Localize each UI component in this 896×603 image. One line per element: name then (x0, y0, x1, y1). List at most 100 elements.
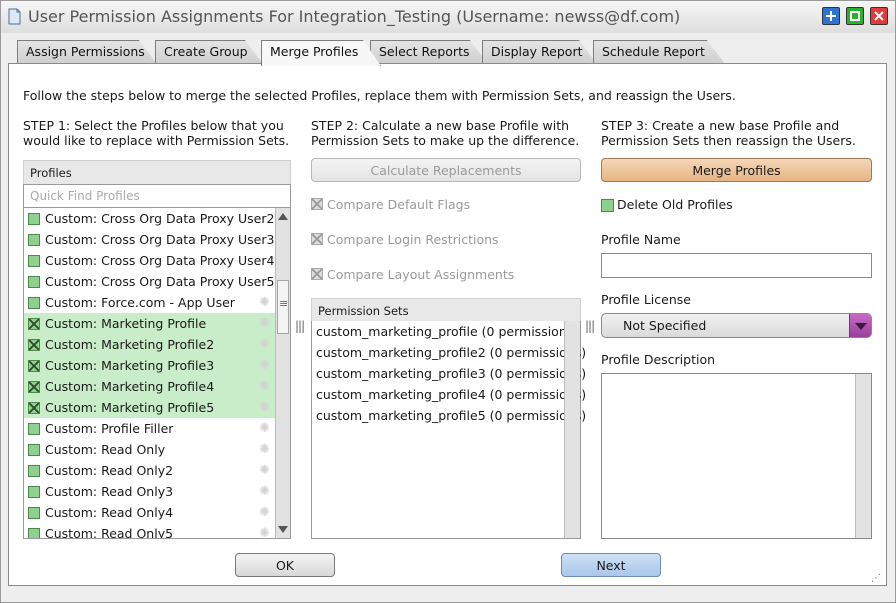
profile-checkbox[interactable] (28, 213, 40, 225)
close-icon (874, 11, 884, 21)
profile-checkbox[interactable] (28, 297, 40, 309)
profile-checkbox[interactable] (28, 486, 40, 498)
profile-description-field[interactable] (601, 373, 872, 539)
profile-row[interactable]: Custom: Read Only4 ✺ (24, 502, 290, 523)
profile-checkbox[interactable] (28, 318, 40, 330)
intro-text: Follow the steps below to merge the sele… (23, 88, 736, 103)
gear-icon: ✺ (259, 421, 270, 436)
profile-checkbox[interactable] (28, 276, 40, 288)
tab-assign-permissions[interactable]: Assign Permissions (17, 40, 157, 64)
profile-row[interactable]: Custom: Read Only2 ✺ (24, 460, 290, 481)
tab-display-report[interactable]: Display Report (482, 40, 597, 64)
profiles-scrollbar[interactable] (275, 208, 290, 538)
profile-checkbox[interactable] (28, 444, 40, 456)
permission-set-row[interactable]: custom_marketing_profile2 (0 permissions… (312, 342, 586, 363)
profile-license-value: Not Specified (623, 318, 707, 333)
maximize-button[interactable] (822, 7, 840, 25)
scroll-thumb[interactable] (277, 280, 289, 334)
profile-label: Custom: Profile Filler (45, 421, 174, 436)
profile-label: Custom: Force.com - App User (45, 295, 235, 310)
window-title: User Permission Assignments For Integrat… (28, 7, 681, 26)
merge-profiles-button[interactable]: Merge Profiles (601, 158, 872, 182)
quick-find-profiles-input[interactable]: Quick Find Profiles (23, 184, 291, 208)
profile-label: Custom: Marketing Profile (45, 316, 207, 331)
compare-default-flags-checkbox[interactable] (311, 198, 323, 210)
profile-checkbox[interactable] (28, 360, 40, 372)
title-bar: User Permission Assignments For Integrat… (1, 1, 895, 33)
profile-row[interactable]: Custom: Marketing Profile5 ✺ (24, 397, 290, 418)
splitter-handle-icon[interactable]: ||| (295, 319, 305, 333)
close-button[interactable] (870, 7, 888, 25)
profiles-header: Profiles (23, 160, 291, 184)
profile-row[interactable]: Custom: Force.com - App User ✺ (24, 292, 290, 313)
compare-login-restrictions-label: Compare Login Restrictions (327, 232, 499, 247)
profile-label: Custom: Cross Org Data Proxy User3 (45, 232, 275, 247)
profile-checkbox[interactable] (28, 507, 40, 519)
compare-login-restrictions-option[interactable]: Compare Login Restrictions (311, 232, 499, 247)
profile-checkbox[interactable] (28, 339, 40, 351)
permission-set-row[interactable]: custom_marketing_profile3 (0 permissions… (312, 363, 586, 384)
profile-row[interactable]: Custom: Marketing Profile3 ✺ (24, 355, 290, 376)
profile-label: Custom: Cross Org Data Proxy User4 (45, 253, 275, 268)
tab-schedule-report[interactable]: Schedule Report (593, 40, 725, 64)
profile-description-label: Profile Description (601, 352, 716, 367)
resize-grip-icon[interactable]: ⋰ (871, 573, 881, 584)
permission-set-row[interactable]: custom_marketing_profile4 (0 permissions… (312, 384, 586, 405)
permission-set-row[interactable]: custom_marketing_profile5 (0 permissions… (312, 405, 586, 426)
profile-checkbox[interactable] (28, 465, 40, 477)
profile-row[interactable]: Custom: Read Only5 ✺ (24, 523, 290, 539)
profile-checkbox[interactable] (28, 255, 40, 267)
profile-row[interactable]: Custom: Read Only3 ✺ (24, 481, 290, 502)
profile-label: Custom: Marketing Profile2 (45, 337, 215, 352)
scroll-up-arrow-icon[interactable] (278, 213, 288, 220)
chevron-down-icon[interactable] (849, 314, 871, 337)
profile-row[interactable]: Custom: Cross Org Data Proxy User3 (24, 229, 290, 250)
tab-bar: Assign Permissions Create Group Merge Pr… (17, 40, 887, 64)
splitter-handle-icon[interactable]: ||| (585, 319, 595, 333)
profile-row[interactable]: Custom: Cross Org Data Proxy User2 (24, 208, 290, 229)
profile-label: Custom: Read Only2 (45, 463, 174, 478)
calculate-replacements-button[interactable]: Calculate Replacements (311, 158, 581, 182)
profile-name-field[interactable] (601, 253, 872, 278)
profile-row[interactable]: Custom: Marketing Profile ✺ (24, 313, 290, 334)
plus-icon (826, 11, 836, 21)
profile-checkbox[interactable] (28, 402, 40, 414)
profile-checkbox[interactable] (28, 423, 40, 435)
compare-default-flags-option[interactable]: Compare Default Flags (311, 197, 470, 212)
tab-merge-profiles[interactable]: Merge Profiles (261, 40, 381, 66)
profile-label: Custom: Read Only3 (45, 484, 174, 499)
tab-select-reports[interactable]: Select Reports (370, 40, 488, 64)
profile-row[interactable]: Custom: Read Only ✺ (24, 439, 290, 460)
next-button[interactable]: Next (561, 553, 661, 577)
compare-layout-assignments-option[interactable]: Compare Layout Assignments (311, 267, 514, 282)
gear-icon: ✺ (259, 442, 270, 457)
permission-sets-scrollbar[interactable] (564, 321, 580, 538)
compare-default-flags-label: Compare Default Flags (327, 197, 471, 212)
profile-row[interactable]: Custom: Marketing Profile2 ✺ (24, 334, 290, 355)
description-scrollbar[interactable] (855, 374, 871, 538)
profile-license-select[interactable]: Not Specified (601, 313, 872, 338)
delete-old-profiles-checkbox[interactable] (601, 199, 614, 212)
tab-create-group[interactable]: Create Group (155, 40, 263, 64)
gear-icon: ✺ (259, 484, 270, 499)
document-icon (8, 8, 21, 25)
ok-button[interactable]: OK (235, 553, 335, 577)
restore-button[interactable] (846, 7, 864, 25)
compare-layout-assignments-checkbox[interactable] (311, 268, 323, 280)
profile-rows: Custom: Cross Org Data Proxy User2 Custom… (24, 208, 290, 539)
profile-label: Custom: Marketing Profile5 (45, 400, 215, 415)
scroll-down-arrow-icon[interactable] (278, 526, 288, 533)
profile-checkbox[interactable] (28, 381, 40, 393)
gear-icon: ✺ (259, 526, 270, 539)
profile-checkbox[interactable] (28, 234, 40, 246)
profile-row[interactable]: Custom: Cross Org Data Proxy User4 (24, 250, 290, 271)
profile-row[interactable]: Custom: Profile Filler ✺ (24, 418, 290, 439)
profile-row[interactable]: Custom: Cross Org Data Proxy User5 (24, 271, 290, 292)
permission-sets-list: custom_marketing_profile (0 permissions)… (311, 321, 586, 539)
permission-set-row[interactable]: custom_marketing_profile (0 permissions) (312, 321, 580, 342)
profile-label: Custom: Read Only4 (45, 505, 174, 520)
profile-checkbox[interactable] (28, 528, 40, 538)
profile-row[interactable]: Custom: Marketing Profile4 ✺ (24, 376, 290, 397)
gear-icon: ✺ (259, 337, 270, 352)
compare-login-restrictions-checkbox[interactable] (311, 233, 323, 245)
